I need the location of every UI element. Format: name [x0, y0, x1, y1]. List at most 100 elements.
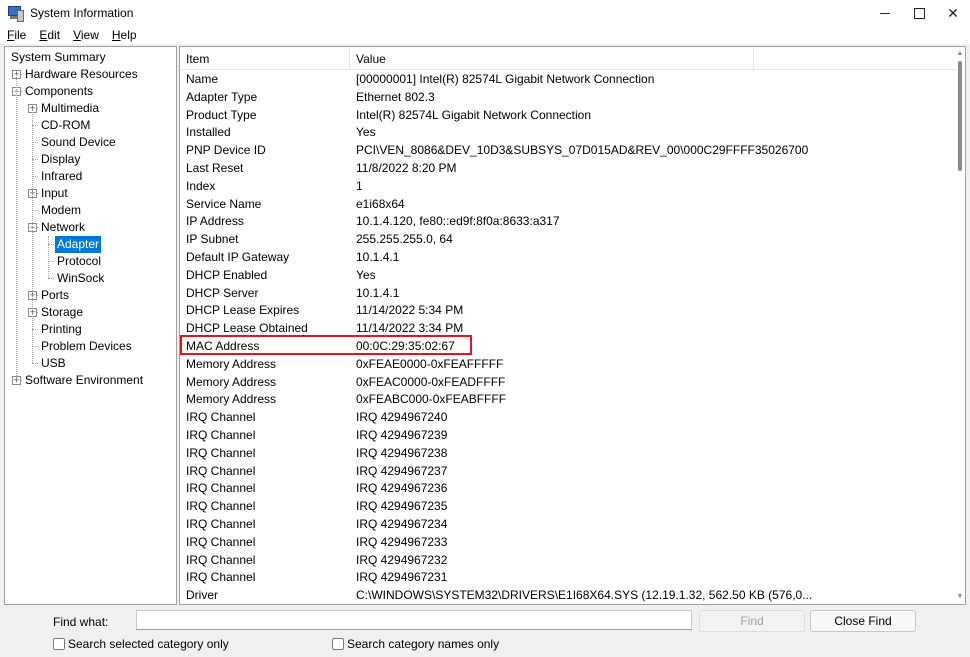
value-cell: 0xFEAC0000-0xFEADFFFF — [356, 374, 506, 389]
window-controls: ✕ — [868, 0, 970, 26]
table-row[interactable]: DHCP Server 10.1.4.1 — [180, 284, 955, 302]
checkbox-icon — [332, 638, 344, 650]
item-cell: IRQ Channel — [186, 534, 256, 549]
item-cell: PNP Device ID — [186, 143, 266, 158]
table-row[interactable]: IRQ Channel IRQ 4294967231 — [180, 568, 955, 586]
value-cell: C:\WINDOWS\SYSTEM32\DRIVERS\E1I68X64.SYS… — [356, 588, 813, 603]
table-row[interactable]: Adapter Type Ethernet 802.3 — [180, 88, 955, 106]
table-row[interactable]: IRQ Channel IRQ 4294967239 — [180, 426, 955, 444]
tree-item-sound-device[interactable]: Sound Device — [39, 134, 118, 151]
tree-item-multimedia[interactable]: Multimedia — [39, 100, 101, 117]
table-row[interactable]: Driver C:\WINDOWS\SYSTEM32\DRIVERS\E1I68X… — [180, 586, 955, 604]
table-row[interactable]: DHCP Lease Expires 11/14/2022 5:34 PM — [180, 301, 955, 319]
tree-item-usb[interactable]: USB — [39, 355, 68, 372]
find-button[interactable]: Find — [699, 610, 805, 632]
value-cell: IRQ 4294967238 — [356, 445, 448, 460]
table-row[interactable]: IRQ Channel IRQ 4294967235 — [180, 497, 955, 515]
item-cell: DHCP Server — [186, 285, 259, 300]
checkbox-icon — [53, 638, 65, 650]
scroll-thumb[interactable] — [958, 61, 962, 171]
tree-item-cd-rom[interactable]: CD-ROM — [39, 117, 92, 134]
find-bar: Find what: Find Close Find Search select… — [0, 606, 970, 657]
table-row[interactable]: Installed Yes — [180, 123, 955, 141]
item-cell: Adapter Type — [186, 89, 258, 104]
table-row[interactable]: Last Reset 11/8/2022 8:20 PM — [180, 159, 955, 177]
item-cell: IRQ Channel — [186, 570, 256, 585]
item-cell: Service Name — [186, 196, 262, 211]
value-cell: IRQ 4294967232 — [356, 552, 448, 567]
value-cell: Yes — [356, 267, 376, 282]
minimize-icon — [880, 12, 890, 14]
tree-item-components[interactable]: Components — [23, 83, 95, 100]
maximize-button[interactable] — [902, 0, 936, 26]
table-row[interactable]: Memory Address 0xFEAE0000-0xFEAFFFFF — [180, 355, 955, 373]
tree-item-ports[interactable]: Ports — [39, 287, 71, 304]
table-row[interactable]: DHCP Enabled Yes — [180, 266, 955, 284]
menu-help[interactable]: Help — [105, 28, 143, 42]
table-row[interactable]: PNP Device ID PCI\VEN_8086&DEV_10D3&SUBSY… — [180, 141, 955, 159]
vertical-scrollbar[interactable]: ▲ ▼ — [955, 47, 965, 604]
find-what-input[interactable] — [136, 610, 692, 630]
tree-item-problem-devices[interactable]: Problem Devices — [39, 338, 134, 355]
value-cell: PCI\VEN_8086&DEV_10D3&SUBSYS_07D015AD&RE… — [356, 143, 809, 158]
table-row[interactable]: Product Type Intel(R) 82574L Gigabit Netw… — [180, 106, 955, 124]
tree-item-adapter[interactable]: Adapter — [55, 236, 102, 253]
table-row[interactable]: Service Name e1i68x64 — [180, 195, 955, 213]
menu-edit[interactable]: Edit — [32, 28, 66, 42]
value-cell: IRQ 4294967240 — [356, 410, 448, 425]
table-row[interactable]: IRQ Channel IRQ 4294967237 — [180, 462, 955, 480]
tree-item-protocol[interactable]: Protocol — [55, 253, 103, 270]
tree-item-network[interactable]: Network — [39, 219, 87, 236]
menu-view[interactable]: View — [66, 28, 105, 42]
category-tree[interactable]: System Summary + Hardware Resources − Compon… — [4, 46, 177, 605]
find-what-label: Find what: — [53, 615, 109, 629]
value-cell: 11/8/2022 8:20 PM — [356, 161, 457, 175]
scroll-up-arrow-icon[interactable]: ▲ — [955, 49, 965, 59]
item-cell: IP Address — [186, 214, 244, 229]
table-row[interactable]: IRQ Channel IRQ 4294967238 — [180, 444, 955, 462]
table-row[interactable]: Default IP Gateway 10.1.4.1 — [180, 248, 955, 266]
tree-item-hardware-resources[interactable]: Hardware Resources — [23, 66, 140, 83]
menu-file[interactable]: File — [0, 28, 32, 42]
close-find-button[interactable]: Close Find — [810, 610, 916, 632]
table-row[interactable]: Index 1 — [180, 177, 955, 195]
value-cell: 10.1.4.120, fe80::ed9f:8f0a:8633:a317 — [356, 214, 560, 229]
close-button[interactable]: ✕ — [936, 0, 970, 26]
tree-item-input[interactable]: Input — [39, 185, 70, 202]
tree-item-storage[interactable]: Storage — [39, 304, 85, 321]
table-row[interactable]: Memory Address 0xFEABC000-0xFEABFFFF — [180, 390, 955, 408]
item-cell: Name — [186, 72, 219, 86]
search-category-names-checkbox[interactable]: Search category names only — [332, 637, 499, 651]
table-row[interactable]: IRQ Channel IRQ 4294967236 — [180, 479, 955, 497]
minimize-button[interactable] — [868, 0, 902, 26]
item-cell: IRQ Channel — [186, 445, 256, 460]
tree-item-software-environment[interactable]: Software Environment — [23, 372, 145, 389]
column-header-value[interactable]: Value — [350, 47, 386, 69]
tree-item-display[interactable]: Display — [39, 151, 82, 168]
table-row[interactable]: IP Subnet 255.255.255.0, 64 — [180, 230, 955, 248]
table-row[interactable]: Memory Address 0xFEAC0000-0xFEADFFFF — [180, 373, 955, 391]
search-category-names-label: Search category names only — [347, 637, 500, 651]
item-cell: IRQ Channel — [186, 481, 256, 496]
table-row[interactable]: IRQ Channel IRQ 4294967232 — [180, 551, 955, 569]
column-separator[interactable] — [753, 47, 754, 69]
tree-item-winsock[interactable]: WinSock — [55, 270, 106, 287]
item-cell: IRQ Channel — [186, 463, 256, 478]
menu-bar: File Edit View Help — [0, 26, 970, 44]
value-cell: 10.1.4.1 — [356, 250, 400, 264]
search-selected-category-checkbox[interactable]: Search selected category only — [53, 637, 229, 651]
table-row[interactable]: IP Address 10.1.4.120, fe80::ed9f:8f0a:86… — [180, 212, 955, 230]
column-header-item[interactable]: Item — [180, 47, 209, 69]
table-row[interactable]: IRQ Channel IRQ 4294967234 — [180, 515, 955, 533]
tree-item-system-summary[interactable]: System Summary — [9, 49, 108, 66]
table-row[interactable]: IRQ Channel IRQ 4294967240 — [180, 408, 955, 426]
tree-item-printing[interactable]: Printing — [39, 321, 84, 338]
tree-item-modem[interactable]: Modem — [39, 202, 83, 219]
scroll-down-arrow-icon[interactable]: ▼ — [955, 592, 965, 602]
tree-item-infrared[interactable]: Infrared — [39, 168, 84, 185]
item-cell: IRQ Channel — [186, 552, 256, 567]
value-cell: 0xFEABC000-0xFEABFFFF — [356, 392, 507, 407]
table-row[interactable]: Name [00000001] Intel(R) 82574L Gigabit N… — [180, 70, 955, 88]
table-row[interactable]: IRQ Channel IRQ 4294967233 — [180, 533, 955, 551]
details-list[interactable]: Item Value Name [00000001] Intel(R) 82574… — [179, 46, 966, 605]
